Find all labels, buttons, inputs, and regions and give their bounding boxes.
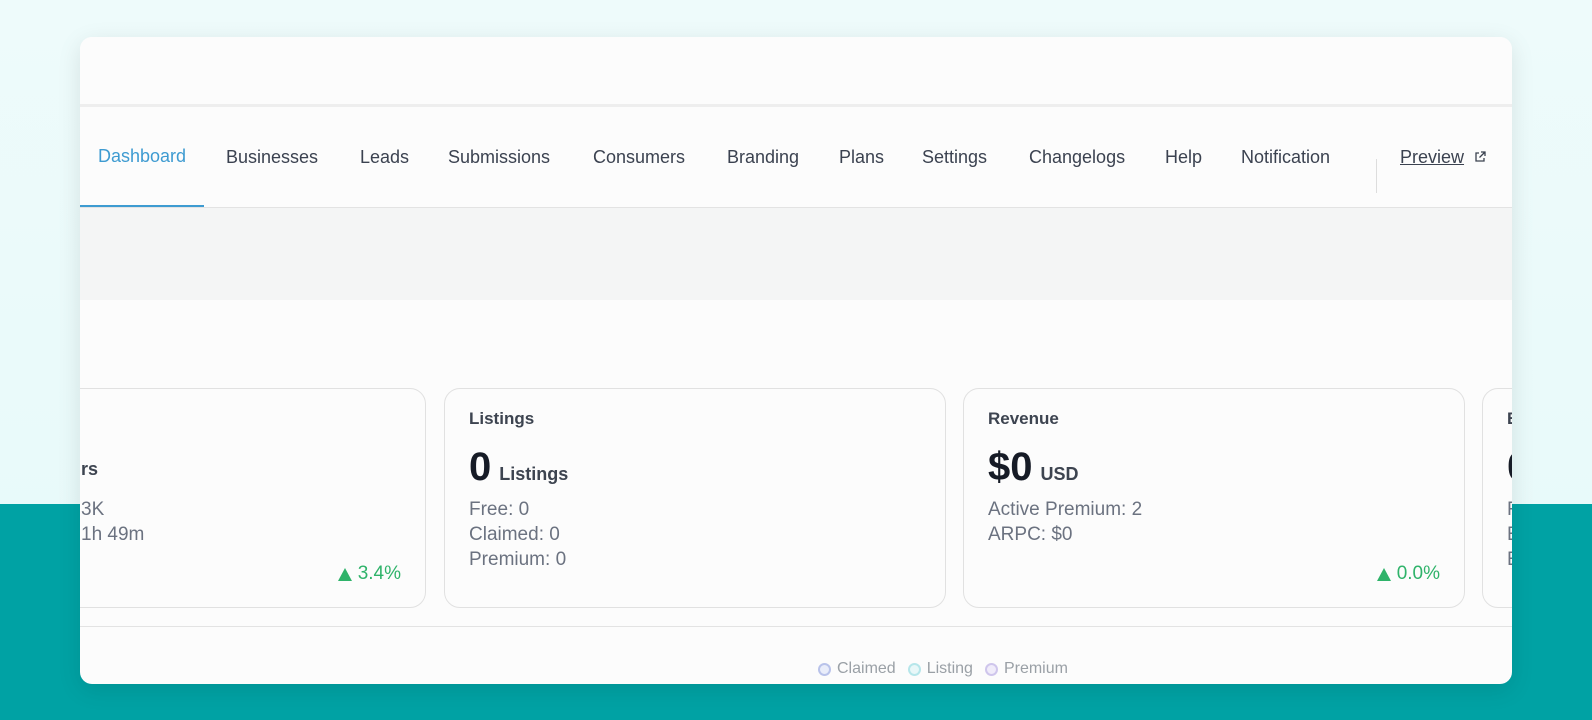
- external-link-icon: [1475, 151, 1486, 162]
- legend-label: Premium: [1003, 660, 1068, 677]
- listings-card: Listings 0 Listings Free: 0 Claimed: 0 P…: [444, 388, 946, 608]
- legend-dot-icon: [818, 662, 831, 676]
- tab-notification[interactable]: Notification: [1223, 107, 1348, 207]
- tab-branding[interactable]: Branding: [709, 107, 817, 207]
- legend-label: Listing: [926, 660, 973, 677]
- revenue-active-premium: Active Premium: 2: [988, 499, 1143, 520]
- legend-item-listing[interactable]: Listing: [907, 660, 973, 678]
- tab-help[interactable]: Help: [1147, 107, 1220, 207]
- listings-premium: Premium: 0: [469, 549, 567, 570]
- revenue-card: Revenue $0 USD Active Premium: 2 ARPC: $…: [963, 388, 1465, 608]
- users-card-details: 3K 1h 49m: [81, 497, 144, 547]
- legend-item-premium[interactable]: Premium: [984, 660, 1068, 678]
- listings-unit: Listings: [499, 464, 569, 484]
- listings-count: 0: [469, 445, 492, 489]
- tab-dashboard[interactable]: Dashboard: [80, 107, 205, 207]
- tab-changelogs[interactable]: Changelogs: [1011, 107, 1143, 207]
- listings-card-title: Listings: [469, 409, 535, 428]
- users-card-trend: 3.4%: [337, 563, 401, 585]
- listings-card-stat: 0 Listings: [469, 445, 568, 490]
- users-card-trend-value: 3.4%: [357, 563, 401, 584]
- partial-card-details: F E E: [1507, 497, 1512, 572]
- legend-item-claimed[interactable]: Claimed: [818, 660, 896, 678]
- listings-free: Free: 0: [469, 499, 530, 520]
- legend-dot-icon: [984, 662, 998, 676]
- revenue-card-trend-value: 0.0%: [1396, 563, 1440, 584]
- tab-businesses[interactable]: Businesses: [208, 107, 336, 207]
- revenue-arpc: ARPC: $0: [988, 524, 1073, 545]
- revenue-card-details: Active Premium: 2 ARPC: $0: [988, 497, 1142, 547]
- tab-consumers[interactable]: Consumers: [575, 107, 703, 207]
- users-card-line: 3K: [81, 499, 105, 520]
- listings-card-details: Free: 0 Claimed: 0 Premium: 0: [469, 497, 566, 572]
- revenue-card-title: Revenue: [988, 409, 1059, 428]
- legend-label: Claimed: [837, 660, 896, 677]
- revenue-card-trend: 0.0%: [1376, 563, 1440, 585]
- revenue-card-stat: $0 USD: [988, 445, 1079, 490]
- listings-claimed: Claimed: 0: [469, 524, 560, 545]
- section-divider: [80, 626, 1512, 627]
- preview-label: Preview: [1400, 146, 1465, 167]
- page-header-band: [80, 208, 1512, 300]
- partial-card-line: E: [1507, 547, 1512, 572]
- revenue-currency: USD: [1040, 464, 1079, 484]
- partial-card: E 0 F E E: [1482, 388, 1512, 608]
- app-window: Dashboard Businesses Leads Submissions C…: [80, 37, 1512, 684]
- chart-legend: Claimed Listing Premium: [818, 660, 1068, 678]
- tab-leads[interactable]: Leads: [342, 107, 427, 207]
- trend-up-icon: [1376, 567, 1391, 581]
- partial-card-line: F: [1507, 497, 1512, 522]
- preview-link[interactable]: Preview: [1382, 107, 1504, 207]
- tab-submissions[interactable]: Submissions: [430, 107, 568, 207]
- tab-plans[interactable]: Plans: [821, 107, 902, 207]
- partial-card-stat: 0: [1507, 445, 1512, 490]
- nav-divider: [1376, 159, 1377, 193]
- revenue-amount: $0: [988, 445, 1033, 489]
- top-bar: [80, 37, 1512, 107]
- legend-dot-icon: [907, 662, 921, 676]
- users-card-stat: rs: [81, 459, 98, 480]
- partial-card-line: E: [1507, 522, 1512, 547]
- users-card: rs 3K 1h 49m 3.4%: [80, 388, 426, 608]
- users-card-unit: rs: [81, 459, 99, 479]
- partial-card-value: 0: [1507, 445, 1512, 490]
- main-nav: Dashboard Businesses Leads Submissions C…: [80, 107, 1512, 208]
- trend-up-icon: [337, 567, 352, 581]
- users-card-line: 1h 49m: [81, 524, 145, 545]
- partial-card-title: E: [1507, 409, 1512, 429]
- tab-settings[interactable]: Settings: [904, 107, 1005, 207]
